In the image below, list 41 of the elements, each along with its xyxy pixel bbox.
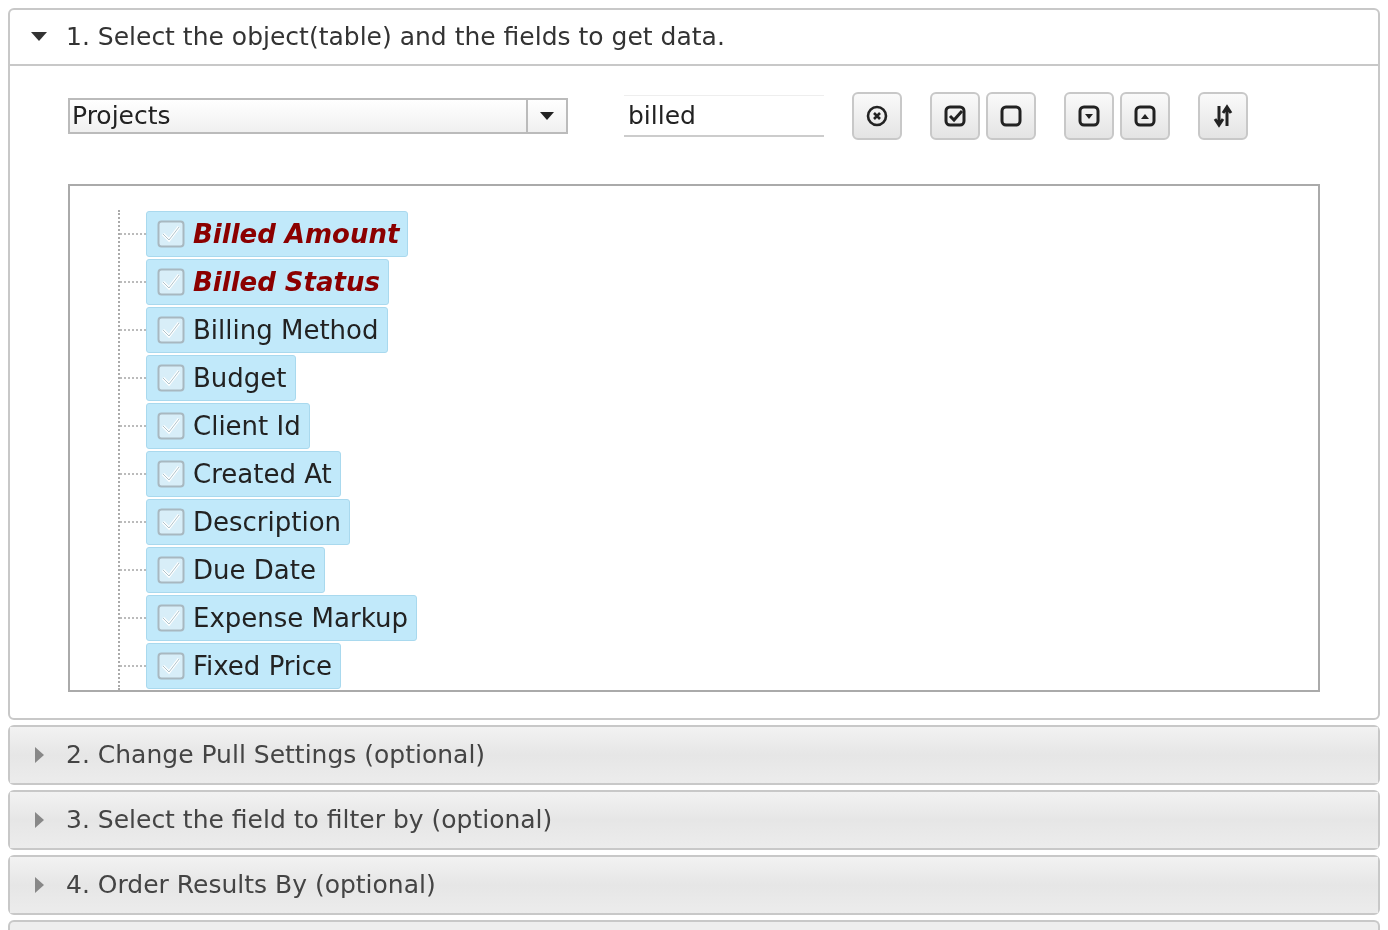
expand-icon [1077,104,1101,128]
section-header[interactable]: 2. Change Pull Settings (optional) [10,727,1378,783]
toolbar-button[interactable] [930,92,980,140]
caret-icon [540,112,554,120]
field-item[interactable]: Billed Amount [146,211,409,257]
field-item[interactable]: Client Id [146,403,310,449]
checkbox[interactable] [157,604,185,632]
section-header[interactable]: 4. Order Results By (optional) [10,857,1378,913]
checkbox[interactable] [157,556,185,584]
toolbar-button[interactable] [1198,92,1248,140]
uncheck-all-icon [999,104,1023,128]
collapse-icon [1133,104,1157,128]
section-header[interactable]: 3. Select the field to filter by (optional) [10,792,1378,848]
field-item[interactable]: Description [146,499,351,545]
section-header[interactable]: 1. Select the object(table) and the fields to get data. [10,10,1378,66]
clear-icon [865,104,889,128]
checkbox[interactable] [157,364,185,392]
checkbox[interactable] [157,316,185,344]
checkbox[interactable] [157,508,185,536]
field-item[interactable]: Budget [146,355,296,401]
toolbar-button[interactable] [1064,92,1114,140]
field-item[interactable]: Billed Status [146,259,389,305]
checkbox[interactable] [157,268,185,296]
section-header[interactable] [8,920,1380,930]
check-all-icon [943,104,967,128]
toolbar-button[interactable] [852,92,902,140]
toolbar-button[interactable] [986,92,1036,140]
search-field[interactable]: billed [624,95,824,137]
field-item[interactable]: Expense Markup [146,595,417,641]
checkbox[interactable] [157,220,185,248]
field-item[interactable]: Billing Method [146,307,388,353]
checkbox[interactable] [157,412,185,440]
object-dropdown[interactable]: Projects [68,98,568,134]
toolbar-button[interactable] [1120,92,1170,140]
sort-icon [1211,104,1235,128]
field-item[interactable]: Fixed Price [146,643,342,689]
checkbox[interactable] [157,460,185,488]
field-item[interactable]: Created At [146,451,341,497]
caret-icon [30,32,48,42]
field-item[interactable]: Due Date [146,547,325,593]
checkbox[interactable] [157,652,185,680]
